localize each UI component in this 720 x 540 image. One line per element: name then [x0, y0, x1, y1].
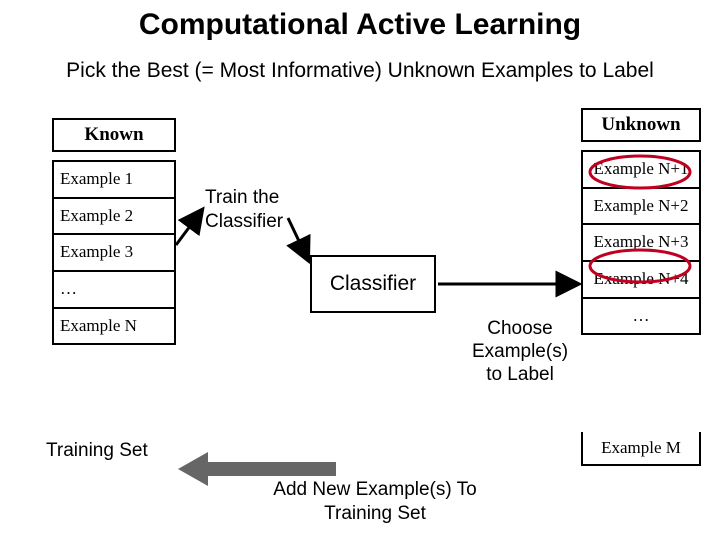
subtitle: Pick the Best (= Most Informative) Unkno…: [0, 58, 720, 84]
unknown-cell: Example N+1: [583, 152, 699, 189]
train-classifier-label: Train the Classifier: [205, 186, 283, 234]
unknown-column: Example N+1 Example N+2 Example N+3 Exam…: [581, 150, 701, 335]
page-title: Computational Active Learning: [0, 8, 720, 42]
choose-label: Choose Example(s) to Label: [465, 318, 575, 386]
known-column: Example 1 Example 2 Example 3 … Example …: [52, 160, 176, 345]
known-header: Known: [52, 118, 176, 152]
known-cell: …: [54, 272, 174, 309]
known-cell: Example N: [54, 309, 174, 344]
unknown-header: Unknown: [581, 108, 701, 142]
unknown-last-cell: Example M: [581, 432, 701, 466]
unknown-cell: …: [583, 299, 699, 334]
training-set-label: Training Set: [46, 440, 148, 462]
unknown-cell: Example N+3: [583, 225, 699, 262]
unknown-cell: Example N+4: [583, 262, 699, 299]
unknown-cell: Example N+2: [583, 189, 699, 226]
known-cell: Example 3: [54, 235, 174, 272]
known-cell: Example 2: [54, 199, 174, 236]
known-cell: Example 1: [54, 162, 174, 199]
add-new-label: Add New Example(s) To Training Set: [250, 478, 500, 526]
classifier-box: Classifier: [310, 255, 436, 313]
